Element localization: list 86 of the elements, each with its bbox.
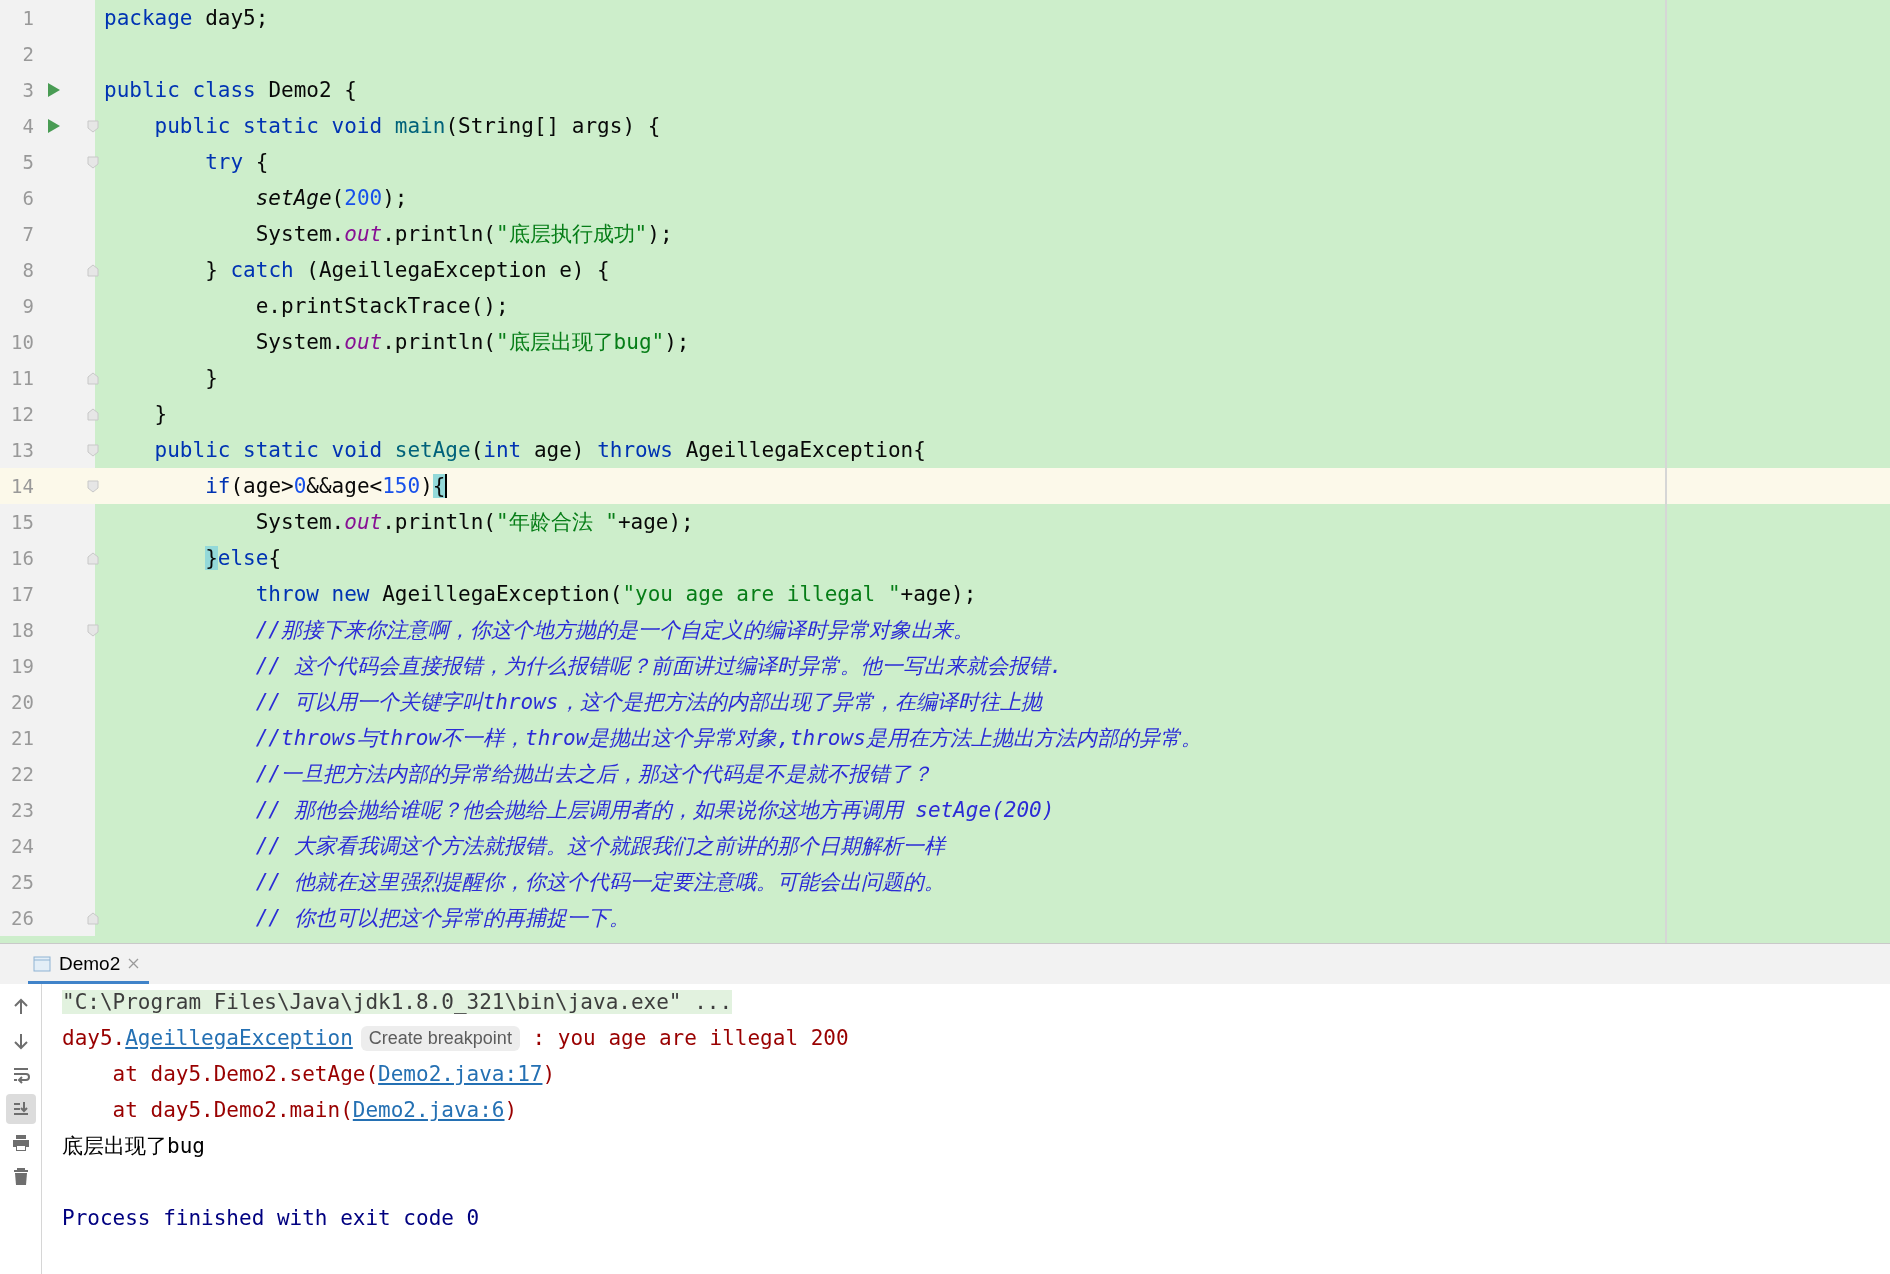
soft-wrap-icon	[11, 1066, 30, 1084]
code-line: }	[153, 402, 168, 426]
run-tab[interactable]: Demo2	[28, 946, 150, 984]
fold-icon[interactable]	[87, 372, 99, 385]
console-text: )	[504, 1098, 518, 1122]
console-text: at day5.Demo2.main(	[111, 1098, 353, 1122]
line-number: 18	[10, 619, 34, 641]
line-number: 26	[10, 907, 34, 929]
fold-icon[interactable]	[87, 156, 99, 169]
code-comment: //一旦把方法内部的异常给抛出去之后，那这个代码是不是就不报错了？	[254, 761, 932, 788]
run-icon[interactable]	[47, 118, 61, 134]
code-line: public class Demo2 {	[103, 78, 357, 102]
console-text: "C:\Program Files\Java\jdk1.8.0_321\bin\java.exe" ...	[62, 990, 733, 1014]
scroll-to-end-button[interactable]	[5, 1094, 36, 1124]
line-number: 10	[10, 331, 34, 353]
code-line: System.out.println("底层执行成功");	[254, 221, 673, 248]
code-comment: // 大家看我调这个方法就报错。这个就跟我们之前讲的那个日期解析一样	[254, 833, 945, 860]
line-number: 16	[10, 547, 34, 569]
print-icon	[11, 1134, 30, 1152]
line-number: 8	[21, 259, 34, 281]
line-number: 13	[10, 439, 34, 461]
console-text: )	[542, 1062, 556, 1086]
code-line: }	[204, 366, 218, 390]
trash-icon	[11, 1168, 30, 1186]
line-number: 22	[10, 763, 34, 785]
line-number: 1	[21, 7, 34, 29]
text-cursor	[445, 474, 448, 498]
code-comment: //那接下来你注意啊，你这个地方抛的是一个自定义的编译时异常对象出来。	[254, 617, 974, 644]
close-icon[interactable]	[128, 958, 140, 969]
console-text: Process finished with exit code 0	[62, 1206, 480, 1230]
line-number: 19	[10, 655, 34, 677]
line-number: 23	[10, 799, 34, 821]
line-number: 24	[10, 835, 34, 857]
code-line: public static void setAge(int age) throws AgeillegaException{	[153, 438, 926, 462]
line-number: 17	[10, 583, 34, 605]
code-comment: // 可以用一个关键字叫throws，这个是把方法的内部出现了异常，在编译时往上抛	[254, 689, 1042, 716]
console-text: : you age are illegal 200	[531, 1026, 849, 1050]
code-line: setAge(200);	[254, 186, 408, 210]
fold-icon[interactable]	[87, 408, 99, 421]
fold-icon[interactable]	[87, 264, 99, 277]
source-link[interactable]: Demo2.java:6	[352, 1098, 505, 1122]
line-number: 20	[10, 691, 34, 713]
line-number: 14	[10, 475, 34, 497]
console-text: at day5.Demo2.setAge(	[111, 1062, 379, 1086]
source-link[interactable]: AgeillegaException	[125, 1026, 353, 1050]
line-number: 11	[10, 367, 34, 389]
line-number: 7	[21, 223, 34, 245]
code-line: public static void main(String[] args) {	[153, 114, 661, 138]
line-number: 5	[21, 151, 34, 173]
down-arrow-icon	[11, 1032, 30, 1050]
code-line: System.out.println("年龄合法 "+age);	[254, 509, 694, 536]
fold-icon[interactable]	[87, 912, 99, 925]
fold-icon[interactable]	[87, 444, 99, 457]
fold-icon[interactable]	[87, 120, 99, 133]
line-number: 9	[21, 295, 34, 317]
code-comment: // 那他会抛给谁呢？他会抛给上层调用者的，如果说你这地方再调用 setAge(200)	[254, 797, 1055, 824]
code-comment: // 这个代码会直接报错，为什么报错呢？前面讲过编译时异常。他一写出来就会报错.	[254, 653, 1063, 680]
run-icon[interactable]	[47, 82, 61, 98]
fold-icon[interactable]	[87, 552, 99, 565]
code-line: throw new AgeillegaException("you age are illegal "+age);	[254, 582, 977, 606]
code-line: if(age>0&&age<150){	[204, 474, 446, 498]
code-line: e.printStackTrace();	[254, 294, 509, 318]
line-number: 25	[10, 871, 34, 893]
console-text: 底层出现了bug	[62, 1133, 205, 1160]
console-icon	[33, 955, 51, 972]
fold-icon[interactable]	[87, 480, 99, 493]
create-breakpoint-button[interactable]: Create breakpoint	[360, 1025, 520, 1051]
scroll-to-end-icon	[11, 1100, 30, 1118]
code-line: } catch (AgeillegaException e) {	[204, 258, 610, 282]
line-number: 6	[21, 187, 34, 209]
code-line: try {	[204, 150, 269, 174]
line-number: 3	[21, 79, 34, 101]
code-line: System.out.println("底层出现了bug");	[254, 329, 690, 356]
line-number: 12	[10, 403, 34, 425]
line-number: 4	[21, 115, 34, 137]
fold-icon[interactable]	[87, 624, 99, 637]
line-number: 15	[10, 511, 34, 533]
code-line: }else{	[204, 546, 282, 570]
code-line: package day5;	[103, 6, 269, 30]
line-number: 21	[10, 727, 34, 749]
code-comment: // 你也可以把这个异常的再捕捉一下。	[254, 905, 630, 932]
code-comment: //throws与throw不一样，throw是抛出这个异常对象,throws是用在方法上抛出方法内部的异常。	[254, 725, 1202, 752]
source-link[interactable]: Demo2.java:17	[378, 1062, 543, 1086]
console-text: day5.	[62, 1026, 126, 1050]
line-number: 2	[21, 43, 34, 65]
code-comment: // 他就在这里强烈提醒你，你这个代码一定要注意哦。可能会出问题的。	[254, 869, 945, 896]
